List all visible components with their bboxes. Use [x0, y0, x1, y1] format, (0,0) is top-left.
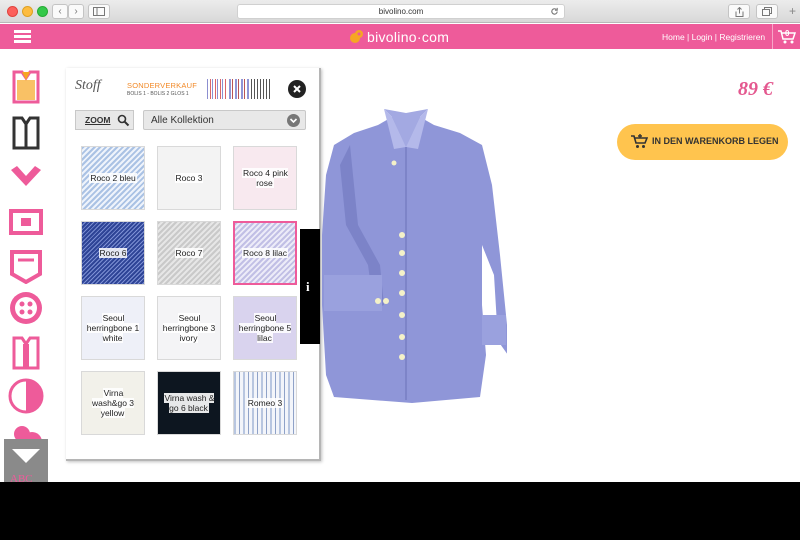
fabric-info-tab[interactable]: i	[300, 229, 320, 344]
tabs-icon	[762, 7, 772, 16]
brand-logo[interactable]: bivolino·com	[348, 27, 449, 46]
collection-select[interactable]: Alle Kollektion	[143, 110, 306, 130]
chevron-down-icon	[287, 114, 300, 127]
reload-icon[interactable]	[550, 7, 559, 16]
share-icon	[735, 6, 743, 17]
cart-button[interactable]: 0	[772, 24, 800, 49]
site-header: bivolino·com Home | Login | Registrieren…	[0, 24, 800, 49]
magnifier-icon	[117, 114, 130, 127]
fabric-name: Romeo 3	[246, 398, 284, 408]
cuff-icon[interactable]	[8, 204, 44, 240]
fabric-name: Roco 4 pink rose	[242, 168, 288, 188]
price: 89 €	[738, 78, 773, 100]
share-button[interactable]	[728, 4, 750, 19]
browser-window: ‹ › bivolino.com + bivolino·com Home | L…	[0, 0, 800, 482]
minimize-window-button[interactable]	[22, 6, 33, 17]
button-icon[interactable]	[8, 290, 44, 326]
collar-icon[interactable]	[8, 160, 44, 196]
promo-banner[interactable]: SONDERVERKAUF BOLIS 1 - BOLIS 2 GLOS 1	[127, 81, 197, 97]
fabric-name: Virna wash&go 3 yellow	[91, 388, 135, 418]
sidebar-icon	[93, 7, 105, 16]
back-button[interactable]: ‹	[52, 4, 68, 19]
info-icon: i	[306, 279, 310, 294]
tabs-button[interactable]	[756, 4, 778, 19]
add-to-cart-button[interactable]: IN DEN WARENKORB LEGEN	[617, 124, 788, 160]
shirt-body-icon[interactable]	[8, 68, 44, 104]
fabric-swatch[interactable]: Roco 2 bleu	[81, 146, 145, 210]
promo-subtitle: BOLIS 1 - BOLIS 2 GLOS 1	[127, 91, 189, 97]
fabric-name: Roco 6	[98, 248, 128, 258]
fabric-name: Seoul herringbone 1 white	[86, 313, 140, 343]
browser-titlebar: ‹ › bivolino.com +	[0, 0, 800, 23]
scroll-down-button[interactable]: ABC	[4, 439, 48, 482]
placket-icon[interactable]	[8, 334, 44, 370]
sidebar-toggle-button[interactable]	[88, 4, 110, 19]
fabric-name: Seoul herringbone 5 lilac	[238, 313, 292, 343]
shirt-fit-icon[interactable]	[8, 114, 44, 150]
cart-count: 0	[785, 29, 790, 38]
fabric-swatch[interactable]: Virna wash&go 3 yellow	[81, 371, 145, 435]
top-nav-links[interactable]: Home | Login | Registrieren	[662, 32, 765, 42]
zoom-button[interactable]: ZOOM	[75, 110, 134, 130]
fabric-swatch[interactable]: Roco 4 pink rose	[233, 146, 297, 210]
pocket-icon[interactable]	[8, 248, 44, 284]
zoom-label: ZOOM	[85, 115, 111, 125]
new-tab-button[interactable]: +	[785, 4, 800, 19]
fabric-swatch[interactable]: Seoul herringbone 3 ivory	[157, 296, 221, 360]
zoom-window-button[interactable]	[37, 6, 48, 17]
arrow-down-icon	[12, 449, 40, 463]
fabric-name: Roco 2 bleu	[89, 173, 137, 183]
fabric-name: Roco 3	[174, 173, 204, 183]
forward-button[interactable]: ›	[68, 4, 84, 19]
fabric-swatch[interactable]: Roco 3	[157, 146, 221, 210]
hamburger-menu-icon[interactable]	[14, 30, 31, 43]
fabric-panel: Stoff SONDERVERKAUF BOLIS 1 - BOLIS 2 GL…	[66, 68, 321, 461]
monogram-sample-text: ABC	[10, 473, 33, 482]
add-to-cart-icon	[631, 134, 648, 148]
address-bar[interactable]: bivolino.com	[237, 4, 565, 19]
promo-fabric-glos-1[interactable]	[251, 79, 271, 99]
fabric-name: Roco 8 lilac	[242, 248, 288, 258]
add-to-cart-label: IN DEN WARENKORB LEGEN	[652, 136, 779, 146]
fabric-swatch[interactable]: Roco 7	[157, 221, 221, 285]
fabric-name: Seoul herringbone 3 ivory	[162, 313, 216, 343]
fabric-swatch[interactable]: Seoul herringbone 1 white	[81, 296, 145, 360]
fabric-swatch[interactable]: Roco 6	[81, 221, 145, 285]
brand-name: bivolino·com	[367, 28, 450, 45]
fabric-name: Virna wash & go 6 black	[163, 393, 215, 413]
promo-fabric-bolis-2[interactable]	[229, 79, 249, 99]
fabric-swatch[interactable]: Virna wash & go 6 black	[157, 371, 221, 435]
panel-title: Stoff	[75, 78, 101, 93]
shirt-preview	[322, 109, 507, 403]
contrast-icon[interactable]	[8, 378, 44, 414]
logo-squirrel-icon	[350, 29, 363, 43]
promo-title: SONDERVERKAUF	[127, 81, 197, 90]
close-icon	[293, 85, 301, 93]
url-text: bivolino.com	[378, 7, 424, 16]
fabric-name: Roco 7	[174, 248, 204, 258]
promo-fabric-bolis-1[interactable]	[207, 79, 227, 99]
fabric-swatch[interactable]: Romeo 3	[233, 371, 297, 435]
fabric-swatch[interactable]: Seoul herringbone 5 lilac	[233, 296, 297, 360]
close-panel-button[interactable]	[288, 80, 306, 98]
close-window-button[interactable]	[7, 6, 18, 17]
fabric-swatch-selected[interactable]: Roco 8 lilac	[233, 221, 297, 285]
collection-selected-value: Alle Kollektion	[151, 115, 214, 126]
